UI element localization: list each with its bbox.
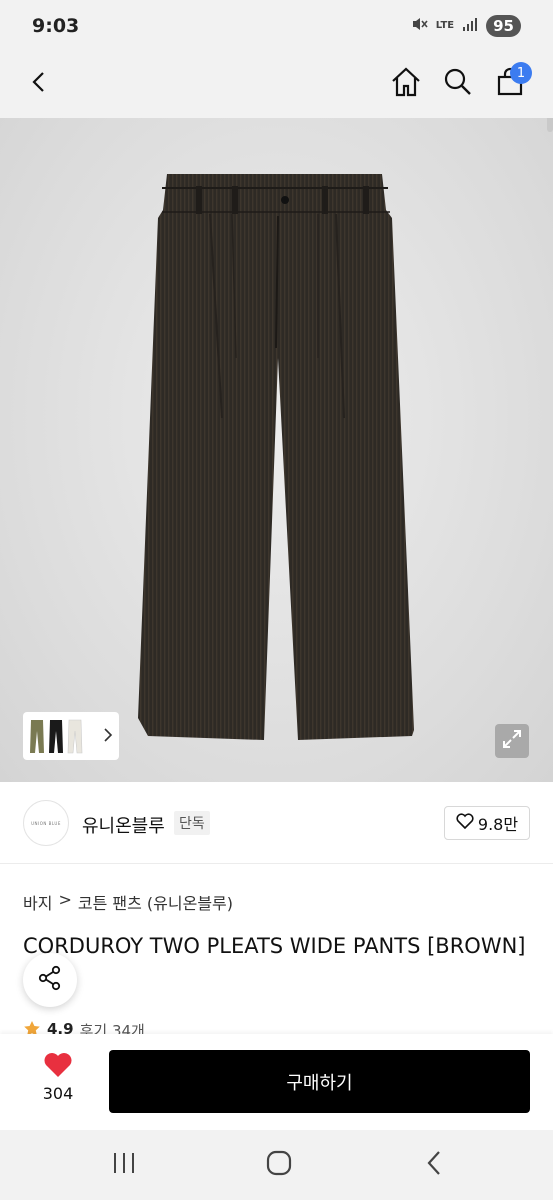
thumbnail-white[interactable] (67, 718, 83, 754)
wishlist-button[interactable]: 304 (30, 1052, 86, 1103)
image-scroll-indicator (547, 118, 553, 132)
back-nav-button[interactable] (412, 1148, 456, 1182)
thumbnail-black[interactable] (48, 718, 64, 754)
brand-name[interactable]: 유니온블루 (82, 812, 165, 838)
brand-like-button[interactable]: 9.8만 (444, 806, 530, 840)
back-button[interactable] (18, 62, 62, 106)
rating-score: 4.9 (47, 1020, 74, 1034)
system-nav-bar (0, 1130, 553, 1200)
mute-icon (410, 15, 428, 37)
recent-apps-icon (111, 1151, 137, 1179)
home-icon (390, 66, 422, 102)
rating-row[interactable]: 4.9 후기 34개 (23, 1020, 145, 1034)
product-image[interactable] (0, 118, 553, 782)
signal-icon (462, 17, 478, 36)
chevron-right-icon (103, 727, 113, 746)
network-type: LTE (435, 20, 455, 31)
app-header: 1 (0, 52, 553, 118)
search-button[interactable] (436, 62, 480, 106)
share-icon (37, 965, 63, 995)
pants-illustration (138, 174, 414, 740)
expand-image-button[interactable] (495, 724, 529, 758)
thumbnail-khaki[interactable] (29, 718, 45, 754)
wishlist-count: 304 (42, 1084, 74, 1103)
recent-apps-button[interactable] (102, 1148, 146, 1182)
star-icon (23, 1020, 41, 1034)
status-bar: 9:03 LTE 95 (0, 0, 553, 52)
status-icons: LTE 95 (410, 15, 521, 37)
buy-button[interactable]: 구매하기 (109, 1050, 530, 1113)
cart-button[interactable]: 1 (488, 62, 532, 106)
chevron-left-icon (28, 70, 52, 98)
breadcrumb-category[interactable]: 바지 (23, 890, 52, 914)
breadcrumb: 바지 > 코튼 팬츠 (유니온블루) (23, 890, 233, 914)
status-time: 9:03 (32, 15, 80, 37)
heart-outline-icon (456, 813, 474, 833)
expand-icon (501, 728, 523, 754)
battery-level: 95 (486, 15, 521, 37)
brand-logo[interactable]: UNION BLUE (23, 800, 69, 846)
home-nav-button[interactable] (257, 1148, 301, 1182)
breadcrumb-separator: > (58, 890, 72, 909)
product-title: CORDUROY TWO PLEATS WIDE PANTS [BROWN] (23, 934, 526, 958)
purchase-bar: 304 구매하기 (0, 1034, 553, 1130)
share-button[interactable] (23, 953, 77, 1007)
color-thumbnails[interactable] (23, 712, 119, 760)
breadcrumb-subcategory[interactable]: 코튼 팬츠 (유니온블루) (78, 890, 233, 914)
exclusive-badge: 단독 (174, 811, 210, 835)
heart-filled-icon (43, 1052, 73, 1082)
cart-count-badge: 1 (510, 62, 532, 84)
home-button[interactable] (384, 62, 428, 106)
search-icon (443, 67, 473, 101)
brand-logo-text: UNION BLUE (31, 820, 61, 826)
review-count: 후기 34개 (79, 1022, 145, 1034)
home-circle-icon (266, 1150, 292, 1180)
chevron-left-icon (425, 1150, 443, 1180)
brand-like-count: 9.8만 (477, 815, 519, 834)
brand-row: UNION BLUE 유니온블루 단독 9.8만 (0, 782, 553, 864)
